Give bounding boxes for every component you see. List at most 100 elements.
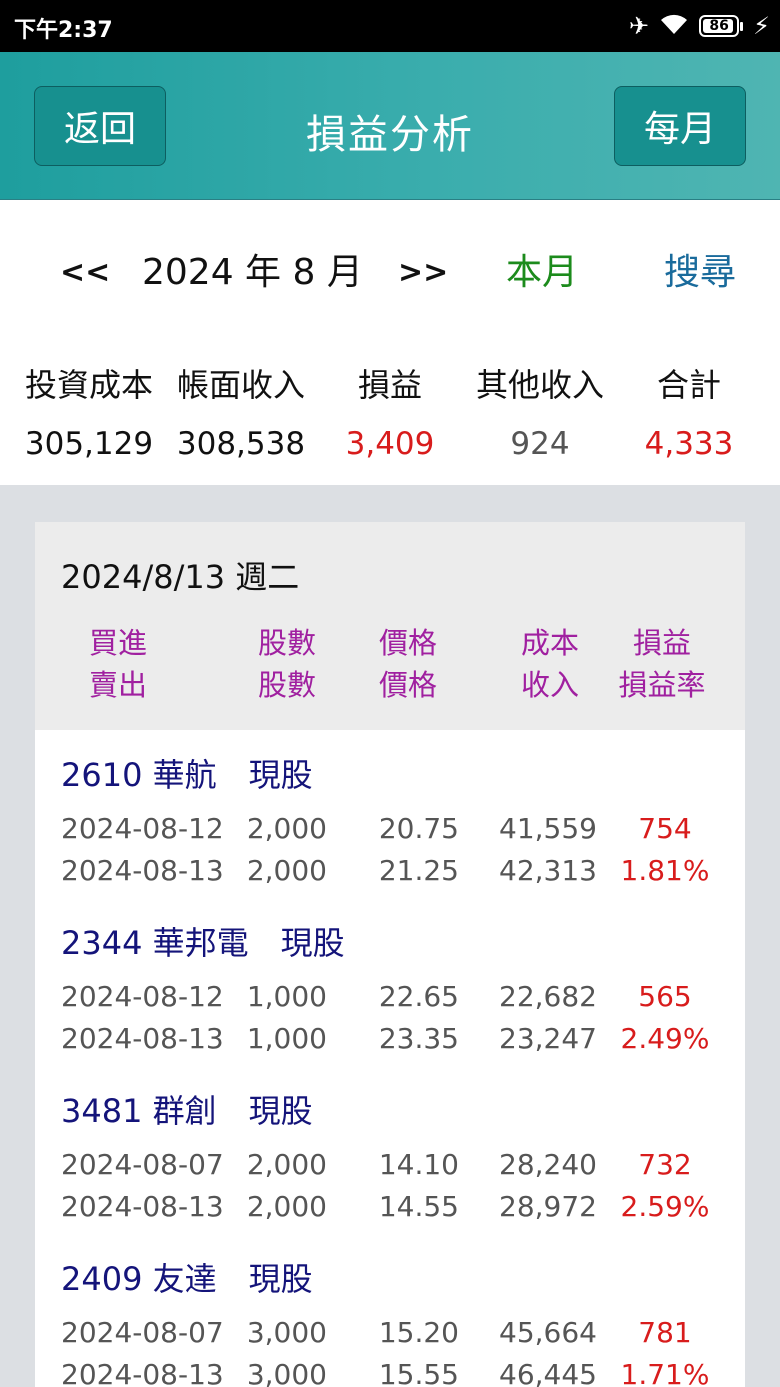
sell-row: 2024-08-13 1,000 23.35 23,247 2.49%	[35, 1018, 745, 1060]
header-price-buy: 價格	[378, 626, 437, 660]
buy-date: 2024-08-07	[61, 1316, 224, 1349]
header-profit-rate: 損益率	[618, 668, 706, 702]
buy-row: 2024-08-07 2,000 14.10 28,240 732	[35, 1144, 745, 1186]
buy-price: 15.20	[378, 1316, 459, 1349]
stock-entry[interactable]: 2610 華航 現股 2024-08-12 2,000 20.75 41,559…	[35, 730, 745, 898]
column-header-buy-sell: 買進 賣出	[65, 622, 171, 706]
summary-value-total: 4,333	[644, 426, 734, 462]
buy-date: 2024-08-12	[61, 980, 224, 1013]
battery-level: 86	[709, 18, 729, 34]
profit-rate: 1.71%	[620, 1358, 710, 1387]
airplane-mode-icon: ✈	[629, 12, 650, 40]
sell-shares: 3,000	[246, 1358, 327, 1387]
page-title: 損益分析	[306, 112, 474, 158]
daily-trade-card: 2024/8/13 週二 買進 賣出 股數 股數 價格 價格 成本 收入 損益 …	[35, 522, 745, 1387]
wifi-icon	[659, 12, 689, 40]
status-time: 下午2:37	[14, 18, 113, 43]
stock-entry[interactable]: 2409 友達 現股 2024-08-07 3,000 15.20 45,664…	[35, 1234, 745, 1387]
stock-entry[interactable]: 3481 群創 現股 2024-08-07 2,000 14.10 28,240…	[35, 1066, 745, 1234]
profit-rate: 2.49%	[620, 1022, 710, 1055]
stock-name: 3481 群創 現股	[61, 1092, 313, 1130]
sell-income: 46,445	[499, 1358, 597, 1387]
status-icons: ✈ 86 ⚡	[629, 12, 770, 40]
summary-value-cost: 305,129	[24, 426, 154, 462]
sell-income: 23,247	[499, 1022, 597, 1055]
summary-panel: << 2024 年 8 月 >> 本月 搜尋 投資成本 帳面收入 損益 其他收入…	[0, 200, 780, 485]
profit-amount: 732	[638, 1148, 692, 1181]
sell-shares: 1,000	[246, 1022, 327, 1055]
sell-income: 42,313	[499, 854, 597, 887]
sell-date: 2024-08-13	[61, 1358, 224, 1387]
search-button[interactable]: 搜尋	[664, 248, 736, 298]
header-sell: 賣出	[88, 668, 147, 702]
summary-value-profit: 3,409	[345, 426, 435, 462]
column-header-shares: 股數 股數	[235, 622, 339, 706]
header-buy: 買進	[88, 626, 147, 660]
buy-shares: 3,000	[246, 1316, 327, 1349]
buy-shares: 2,000	[246, 1148, 327, 1181]
card-header: 2024/8/13 週二 買進 賣出 股數 股數 價格 價格 成本 收入 損益 …	[35, 522, 745, 730]
summary-label-profit: 損益	[357, 366, 422, 404]
buy-row: 2024-08-12 1,000 22.65 22,682 565	[35, 976, 745, 1018]
sell-date: 2024-08-13	[61, 854, 224, 887]
sell-row: 2024-08-13 2,000 14.55 28,972 2.59%	[35, 1186, 745, 1228]
column-header-price: 價格 價格	[353, 622, 463, 706]
buy-date: 2024-08-07	[61, 1148, 224, 1181]
previous-month-button[interactable]: <<	[60, 248, 110, 298]
buy-row: 2024-08-12 2,000 20.75 41,559 754	[35, 808, 745, 850]
buy-price: 22.65	[378, 980, 459, 1013]
header-cost: 成本	[520, 626, 579, 660]
sell-date: 2024-08-13	[61, 1022, 224, 1055]
profit-rate: 1.81%	[620, 854, 710, 887]
monthly-button[interactable]: 每月	[614, 86, 746, 166]
profit-amount: 781	[638, 1316, 692, 1349]
header-price-sell: 價格	[378, 668, 437, 702]
buy-price: 20.75	[378, 812, 459, 845]
column-header-amount: 成本 收入	[495, 622, 605, 706]
stock-name: 2344 華邦電 現股	[61, 924, 345, 962]
buy-cost: 41,559	[499, 812, 597, 845]
buy-cost: 45,664	[499, 1316, 597, 1349]
summary-label-other-income: 其他收入	[475, 366, 604, 404]
header-shares-buy: 股數	[257, 626, 316, 660]
header-shares-sell: 股數	[257, 668, 316, 702]
this-month-button[interactable]: 本月	[506, 248, 578, 298]
stock-name: 2409 友達 現股	[61, 1260, 313, 1298]
profit-amount: 754	[638, 812, 692, 845]
battery-icon: 86	[699, 15, 744, 37]
charging-icon: ⚡	[753, 12, 770, 40]
profit-amount: 565	[638, 980, 692, 1013]
sell-price: 23.35	[378, 1022, 459, 1055]
sell-price: 15.55	[378, 1358, 459, 1387]
sell-income: 28,972	[499, 1190, 597, 1223]
buy-shares: 1,000	[246, 980, 327, 1013]
next-month-button[interactable]: >>	[398, 248, 448, 298]
summary-value-book-income: 308,538	[176, 426, 306, 462]
current-year-month: 2024 年 8 月	[142, 252, 363, 293]
sell-price: 21.25	[378, 854, 459, 887]
sell-date: 2024-08-13	[61, 1190, 224, 1223]
sell-shares: 2,000	[246, 854, 327, 887]
month-navigator: << 2024 年 8 月 >> 本月 搜尋	[0, 248, 780, 298]
stock-name: 2610 華航 現股	[61, 756, 313, 794]
app-bar: 返回 損益分析 每月	[0, 52, 780, 200]
trade-date: 2024/8/13 週二	[61, 558, 300, 596]
summary-value-other-income: 924	[510, 426, 570, 462]
status-bar: 下午2:37 ✈ 86 ⚡	[0, 0, 780, 52]
header-income: 收入	[520, 668, 579, 702]
header-profit: 損益	[632, 626, 691, 660]
summary-label-book-income: 帳面收入	[176, 366, 305, 404]
buy-row: 2024-08-07 3,000 15.20 45,664 781	[35, 1312, 745, 1354]
buy-cost: 28,240	[499, 1148, 597, 1181]
summary-label-cost: 投資成本	[24, 366, 153, 404]
sell-shares: 2,000	[246, 1190, 327, 1223]
buy-shares: 2,000	[246, 812, 327, 845]
profit-rate: 2.59%	[620, 1190, 710, 1223]
summary-label-total: 合計	[656, 366, 721, 404]
buy-price: 14.10	[378, 1148, 459, 1181]
buy-date: 2024-08-12	[61, 812, 224, 845]
back-button[interactable]: 返回	[34, 86, 166, 166]
stock-entry[interactable]: 2344 華邦電 現股 2024-08-12 1,000 22.65 22,68…	[35, 898, 745, 1066]
sell-price: 14.55	[378, 1190, 459, 1223]
column-header-profit: 損益 損益率	[607, 622, 717, 706]
